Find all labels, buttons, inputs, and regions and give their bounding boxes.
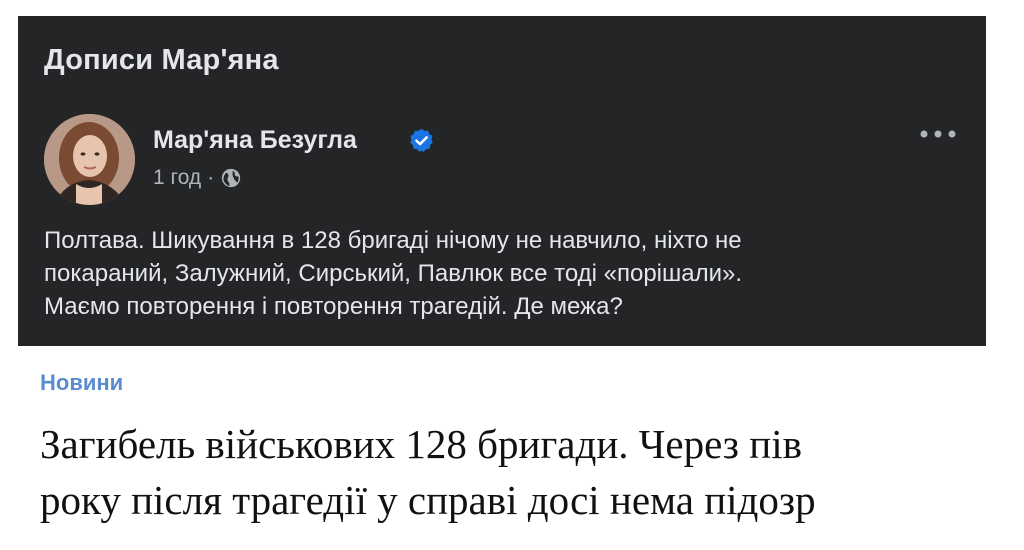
more-options-icon[interactable] [918,124,958,144]
section-title: Дописи Мар'яна [44,44,279,76]
globe-icon[interactable] [220,167,242,189]
post-meta: 1 год · [153,166,242,190]
post-text: Полтава. Шикування в 128 бригаді нічому … [44,227,743,320]
verified-badge-icon [410,128,433,152]
article-headline[interactable]: Загибель військових 128 бригади. Через п… [40,416,990,528]
author-name[interactable]: Мар'яна Безугла [153,126,357,155]
post-time[interactable]: 1 год [153,166,201,190]
page: Дописи Мар'яна Мар'яна Безугла 1 год · П… [0,0,1024,550]
avatar[interactable] [44,114,135,205]
facebook-post-card: Дописи Мар'яна Мар'яна Безугла 1 год · П… [18,16,986,346]
article-category[interactable]: Новини [40,370,123,396]
meta-separator: · [207,166,215,189]
avatar-photo [44,114,135,205]
